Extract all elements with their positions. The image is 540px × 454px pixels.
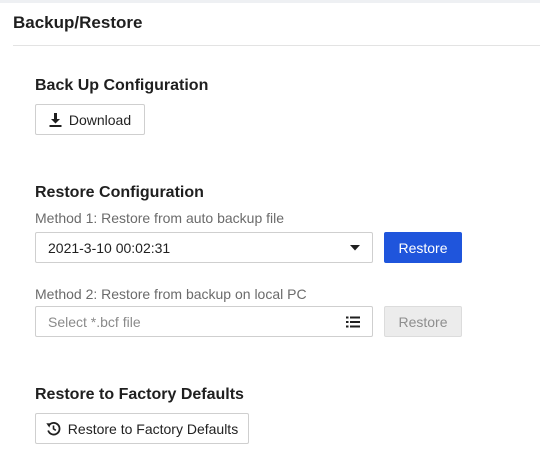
restore-local-button: Restore — [384, 306, 462, 337]
factory-heading: Restore to Factory Defaults — [35, 386, 244, 403]
download-button-label: Download — [68, 111, 132, 128]
method2-label: Method 2: Restore from backup on local P… — [35, 286, 307, 302]
auto-backup-select-value: 2021-3-10 00:02:31 — [48, 239, 171, 256]
top-bar — [0, 0, 540, 3]
list-icon[interactable] — [346, 316, 360, 328]
download-button[interactable]: Download — [35, 104, 145, 135]
method1-label: Method 1: Restore from auto backup file — [35, 210, 285, 226]
caret-down-icon — [350, 244, 360, 251]
local-file-picker[interactable]: Select *.bcf file — [35, 306, 373, 337]
restore-auto-button[interactable]: Restore — [384, 232, 462, 263]
title-divider — [13, 45, 540, 46]
download-icon — [49, 112, 62, 127]
restore-heading: Restore Configuration — [35, 184, 204, 201]
history-icon — [46, 421, 61, 436]
auto-backup-select[interactable]: 2021-3-10 00:02:31 — [35, 232, 373, 263]
backup-heading: Back Up Configuration — [35, 77, 209, 94]
factory-reset-button[interactable]: Restore to Factory Defaults — [35, 413, 249, 444]
local-file-placeholder: Select *.bcf file — [48, 313, 141, 330]
factory-reset-button-label: Restore to Factory Defaults — [67, 420, 239, 437]
page-title: Backup/Restore — [13, 13, 143, 32]
